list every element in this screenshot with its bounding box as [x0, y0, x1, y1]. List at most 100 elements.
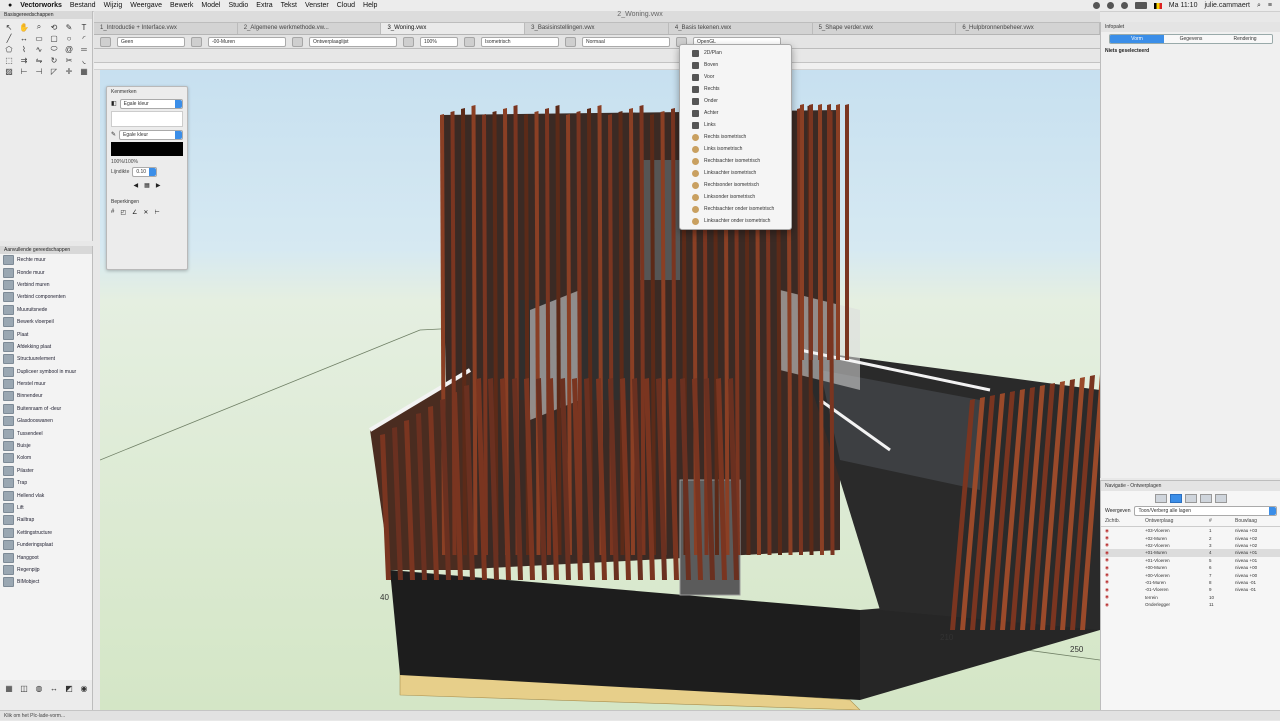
tab-rendering[interactable]: Rendering [1218, 35, 1272, 43]
menu-studio[interactable]: Studio [228, 2, 248, 9]
nav-sheets-button[interactable] [1185, 494, 1197, 503]
class-field[interactable]: Geen [117, 36, 185, 47]
split-tool-icon[interactable]: ✂ [63, 55, 75, 65]
layer-row[interactable]: ◉ +03-Vloeren 1 niveau +03 [1101, 527, 1280, 534]
pan-tool-icon[interactable]: ✋ [18, 22, 30, 32]
layer-row[interactable]: ◉ +02-Muren 2 niveau +02 [1101, 534, 1280, 541]
visibility-eye-icon[interactable]: ◉ [1105, 557, 1145, 563]
tab-document[interactable]: 5_Shape verder.vwx [813, 23, 957, 34]
layer-row[interactable]: ◉ +00-Vloeren 7 niveau +00 [1101, 571, 1280, 578]
menu-help[interactable]: Help [363, 2, 377, 9]
eyedropper-tool-icon[interactable]: ✎ [63, 22, 75, 32]
opacity-value[interactable]: 100%/100% [111, 159, 183, 165]
connect-tool-icon[interactable]: ⊢ [18, 66, 30, 76]
tool-list-item[interactable]: Regenpijp [0, 564, 92, 576]
render-button[interactable] [565, 36, 576, 47]
view-option[interactable]: Voor [680, 71, 791, 83]
menu-cloud[interactable]: Cloud [337, 2, 355, 9]
filter-select[interactable]: Toon/Verberg alle lagen [1134, 506, 1277, 516]
tool-list-item[interactable]: Kettingstructure [0, 527, 92, 539]
tab-document[interactable]: 4_Basis tekenen.vwx [669, 23, 813, 34]
tool-list-item[interactable]: Afdekking plaat [0, 341, 92, 353]
snap-grid-icon[interactable]: # [111, 209, 114, 216]
fill-color-swatch[interactable] [111, 111, 183, 127]
reshape-tool-icon[interactable]: ⬚ [3, 55, 15, 65]
view-option[interactable]: Boven [680, 59, 791, 71]
tool-list-item[interactable]: Buitenraam of -deur [0, 403, 92, 415]
tab-gegevens[interactable]: Gegevens [1164, 35, 1218, 43]
toolset-site-icon[interactable]: ◫ [18, 683, 30, 693]
wifi-icon[interactable] [1120, 2, 1128, 9]
toolset-visual-icon[interactable]: ◉ [78, 683, 90, 693]
snap-angle-icon[interactable]: ∠ [132, 209, 137, 216]
apple-icon[interactable]: ● [8, 2, 12, 9]
oval-tool-icon[interactable]: ⬭ [48, 44, 60, 54]
offset-tool-icon[interactable]: ⇉ [18, 55, 30, 65]
rectangle-tool-icon[interactable]: ▭ [33, 33, 45, 43]
view-option[interactable]: Achter [680, 107, 791, 119]
tool-list-item[interactable]: Muuruitsnede [0, 304, 92, 316]
standard-view-dropdown[interactable]: 2D/Plan Boven Voor Rechts Onder Achter Links Re… [679, 44, 792, 230]
tool-list-item[interactable]: Structuurelement [0, 353, 92, 365]
layer-row[interactable]: ◉ +00-Muren 6 niveau +00 [1101, 564, 1280, 571]
next-icon[interactable]: ▶ [156, 182, 161, 189]
3d-building-model[interactable]: 40 210 250 [100, 70, 1100, 710]
tool-list-item[interactable]: Plaat [0, 328, 92, 340]
col-story[interactable]: Bouwlaag [1235, 518, 1275, 524]
tool-list-item[interactable]: Lift [0, 502, 92, 514]
line-tool-icon[interactable]: ╱ [3, 33, 15, 43]
tool-list-item[interactable]: BIMobject [0, 576, 92, 588]
view-option[interactable]: 2D/Plan [680, 47, 791, 59]
locus-tool-icon[interactable]: ✛ [63, 66, 75, 76]
visibility-eye-icon[interactable]: ◉ [1105, 565, 1145, 571]
user-name[interactable]: julie.cammaert [1204, 2, 1250, 9]
prev-icon[interactable]: ◀ [134, 182, 139, 189]
view-option[interactable]: Rechtsachter isometrisch [680, 155, 791, 167]
double-line-tool-icon[interactable]: ═ [78, 44, 90, 54]
selection-tool-icon[interactable]: ↖ [3, 22, 15, 32]
tool-list-item[interactable]: Funderingsplaat [0, 539, 92, 551]
nav-classes-button[interactable] [1155, 494, 1167, 503]
grid-icon[interactable]: ▦ [144, 182, 150, 189]
clip-tool-icon[interactable]: ▨ [3, 66, 15, 76]
dropbox-icon[interactable] [1106, 2, 1114, 9]
status-icon[interactable] [1092, 2, 1100, 9]
snap-object-icon[interactable]: ◰ [120, 209, 126, 216]
arc-tool-icon[interactable]: ◜ [78, 33, 90, 43]
menu-list-icon[interactable]: ≡ [1268, 2, 1272, 9]
battery-icon[interactable] [1134, 2, 1147, 9]
menu-venster[interactable]: Venster [305, 2, 329, 9]
tool-list-item[interactable]: Bewerk vloerpeil [0, 316, 92, 328]
tab-document[interactable]: 6_Hulpbronnenbeheer.vwx [956, 23, 1101, 34]
menu-model[interactable]: Model [201, 2, 220, 9]
flag-icon[interactable] [1153, 2, 1162, 9]
tool-list-item[interactable]: Dupliceer symbool in muur [0, 366, 92, 378]
tool-list-item[interactable]: Verbind componenten [0, 291, 92, 303]
tool-list-item[interactable]: Pilaster [0, 465, 92, 477]
view-option[interactable]: Linksonder isometrisch [680, 191, 791, 203]
spiral-tool-icon[interactable]: @ [63, 44, 75, 54]
tab-document[interactable]: 2_Algemene werkmethode.vw... [238, 23, 382, 34]
layer-field[interactable]: -00-Muren [208, 36, 286, 47]
menu-bestand[interactable]: Bestand [70, 2, 96, 9]
rounded-rect-tool-icon[interactable]: ▢ [48, 33, 60, 43]
layer-row[interactable]: ◉ -01-Vloeren 9 niveau -01 [1101, 586, 1280, 593]
menu-app[interactable]: Vectorworks [20, 2, 62, 9]
tool-list-item[interactable]: Railtrap [0, 514, 92, 526]
dimension-tool-icon[interactable]: ↔ [18, 33, 30, 43]
toolset-dims-icon[interactable]: ↔ [48, 683, 60, 693]
view-list-field[interactable]: Ontwerplaaglijst [309, 36, 397, 47]
col-layer[interactable]: Ontwerplaag [1145, 518, 1209, 524]
fill-style-select[interactable]: Egale kleur [119, 98, 183, 109]
tool-list-item[interactable]: Kolom [0, 452, 92, 464]
view-option[interactable]: Onder [680, 95, 791, 107]
layer-button[interactable] [191, 36, 202, 47]
snap-distance-icon[interactable]: ⊢ [154, 209, 159, 216]
standard-view-button[interactable] [464, 36, 475, 47]
tool-list-item[interactable]: Hanggoot [0, 551, 92, 563]
zoom-button[interactable] [403, 36, 414, 47]
clock[interactable]: Ma 11:10 [1169, 2, 1198, 9]
visibility-eye-icon[interactable]: ◉ [1105, 542, 1145, 548]
attribute-mapping-tool-icon[interactable]: ▦ [78, 66, 90, 76]
tab-document[interactable]: 1_Introductie + Interface.vwx [94, 23, 238, 34]
